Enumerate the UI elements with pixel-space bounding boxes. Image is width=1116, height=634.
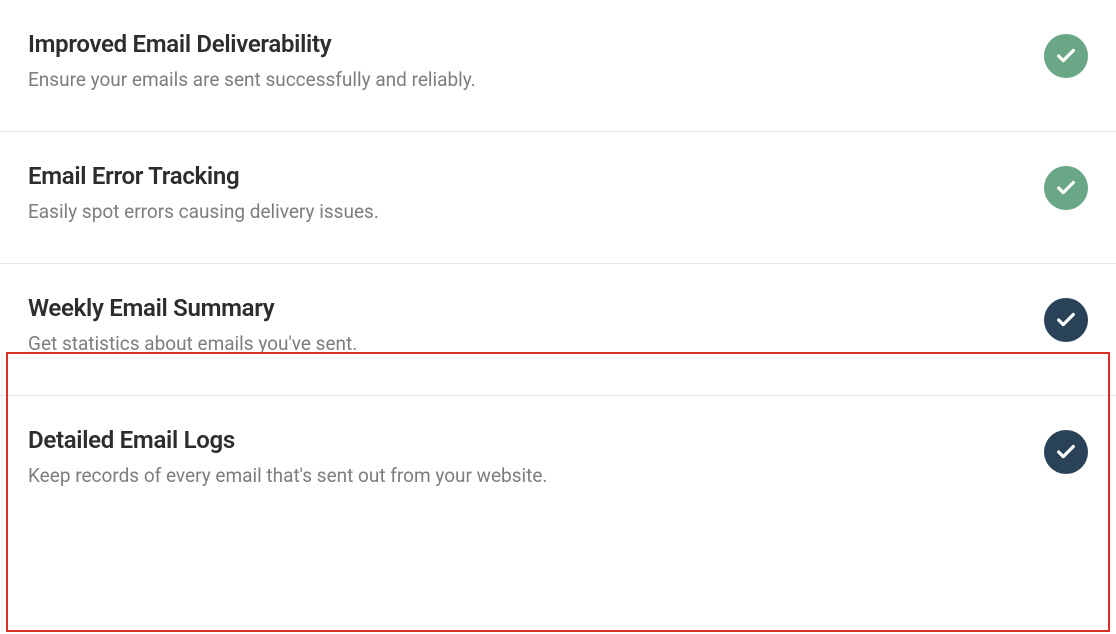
feature-row-error-tracking: Email Error Tracking Easily spot errors … xyxy=(0,132,1116,264)
feature-row-detailed-logs: Detailed Email Logs Keep records of ever… xyxy=(0,396,1116,527)
feature-description: Easily spot errors causing delivery issu… xyxy=(28,200,1044,223)
feature-title: Detailed Email Logs xyxy=(28,426,1044,454)
feature-text: Improved Email Deliverability Ensure you… xyxy=(28,30,1044,91)
checkmark-icon xyxy=(1055,309,1077,331)
check-badge xyxy=(1044,34,1088,78)
feature-description: Keep records of every email that's sent … xyxy=(28,464,1044,487)
feature-list: Improved Email Deliverability Ensure you… xyxy=(0,0,1116,527)
feature-description: Ensure your emails are sent successfully… xyxy=(28,68,1044,91)
check-badge xyxy=(1044,430,1088,474)
feature-description: Get statistics about emails you've sent. xyxy=(28,332,1044,355)
checkmark-icon xyxy=(1055,177,1077,199)
check-badge xyxy=(1044,166,1088,210)
check-badge xyxy=(1044,298,1088,342)
checkmark-icon xyxy=(1055,45,1077,67)
feature-text: Weekly Email Summary Get statistics abou… xyxy=(28,294,1044,355)
feature-row-weekly-summary: Weekly Email Summary Get statistics abou… xyxy=(0,264,1116,396)
feature-title: Improved Email Deliverability xyxy=(28,30,1044,58)
checkmark-icon xyxy=(1055,441,1077,463)
feature-title: Email Error Tracking xyxy=(28,162,1044,190)
feature-row-deliverability: Improved Email Deliverability Ensure you… xyxy=(0,0,1116,132)
feature-title: Weekly Email Summary xyxy=(28,294,1044,322)
feature-text: Email Error Tracking Easily spot errors … xyxy=(28,162,1044,223)
feature-text: Detailed Email Logs Keep records of ever… xyxy=(28,426,1044,487)
